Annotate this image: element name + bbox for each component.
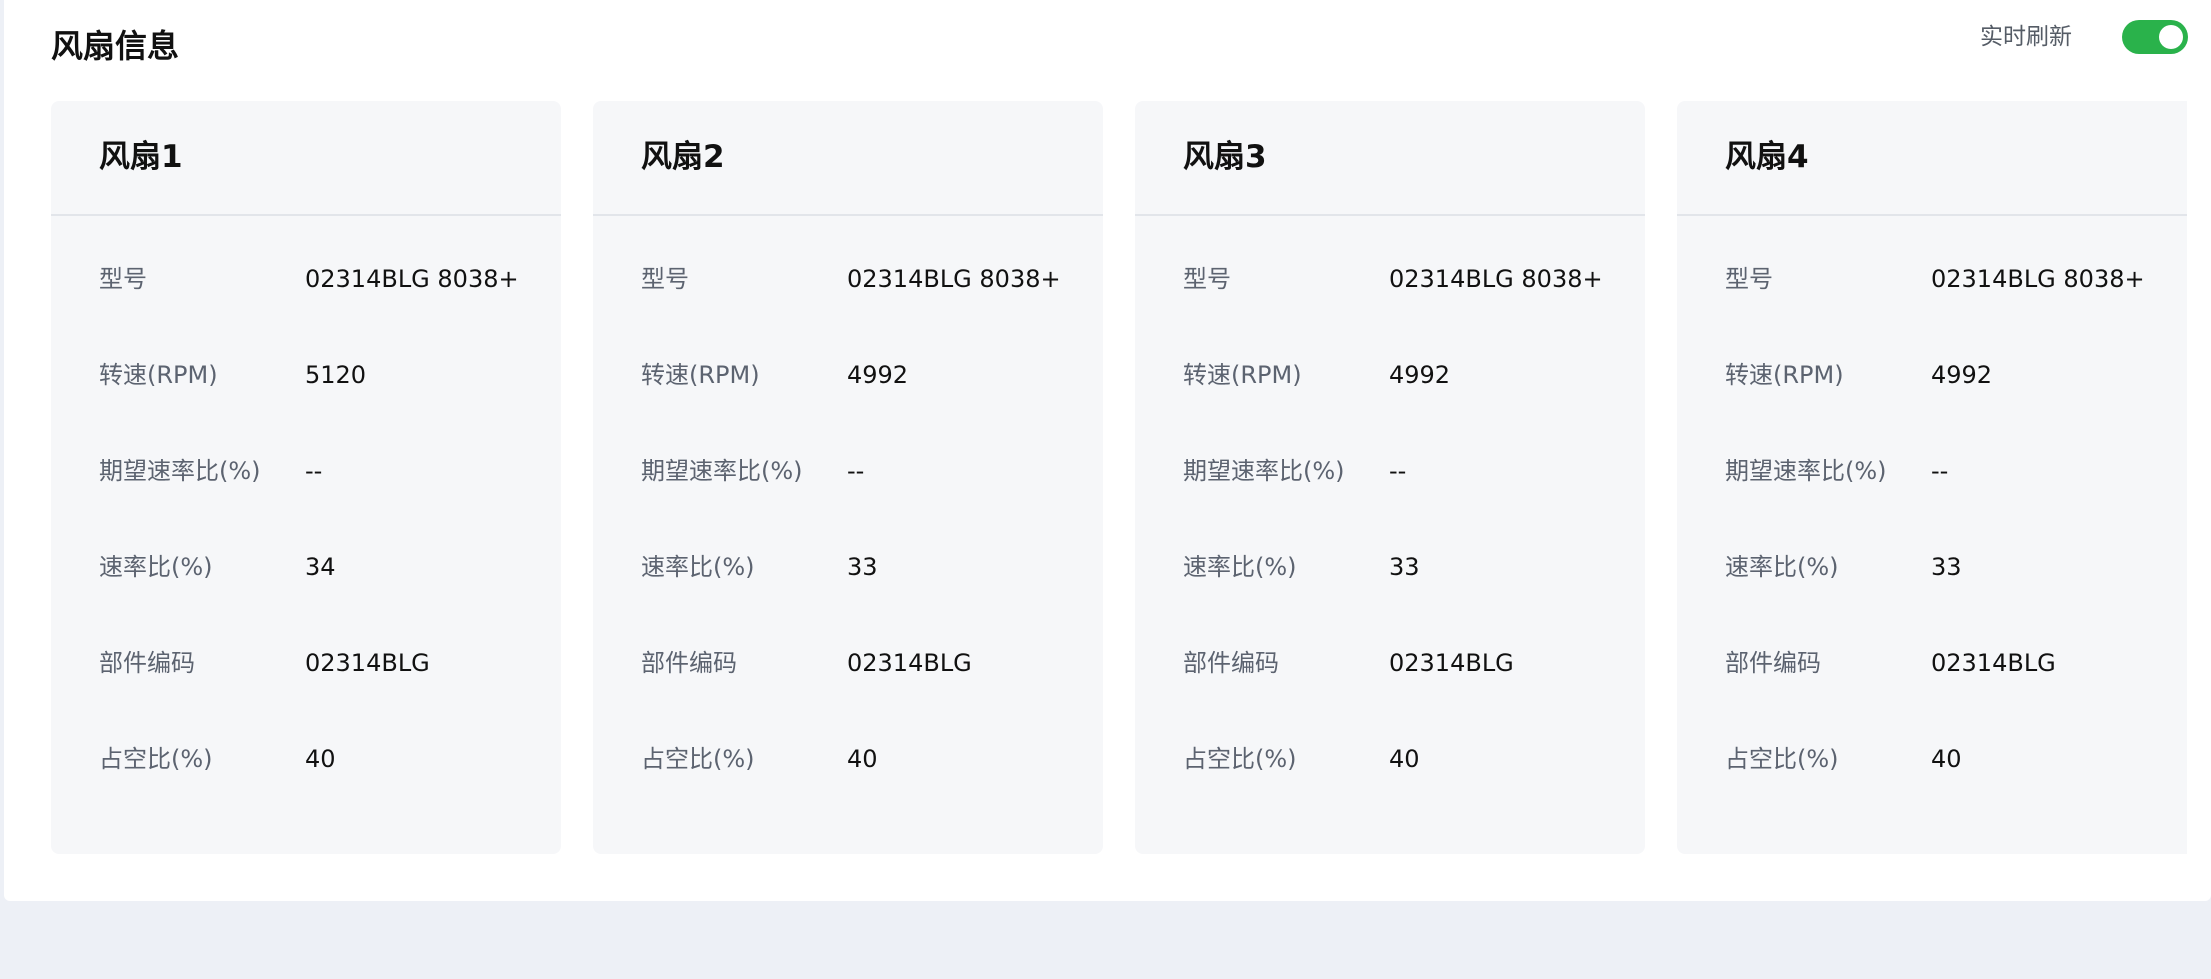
toggle-knob [2159, 25, 2183, 49]
field-label: 转速(RPM) [641, 361, 760, 389]
field-label: 占空比(%) [641, 745, 755, 773]
field-value: 02314BLG 8038+ [1389, 265, 1603, 293]
fan-card-header: 风扇3 [1135, 101, 1645, 216]
field-label: 部件编码 [99, 649, 195, 677]
field-label: 部件编码 [1183, 649, 1279, 677]
field-value: -- [1931, 457, 1949, 485]
field-label: 部件编码 [641, 649, 737, 677]
fan-card-title: 风扇3 [1183, 139, 1267, 175]
field-value: 02314BLG [847, 649, 972, 677]
field-label: 转速(RPM) [99, 361, 218, 389]
field-value: 02314BLG 8038+ [1931, 265, 2145, 293]
fan-card-header: 风扇1 [51, 101, 561, 216]
field-value: -- [1389, 457, 1407, 485]
field-label: 速率比(%) [99, 553, 213, 581]
fan-card-title: 风扇2 [641, 139, 725, 175]
fan-card-header: 风扇2 [593, 101, 1103, 216]
field-label: 速率比(%) [1725, 553, 1839, 581]
field-label: 转速(RPM) [1183, 361, 1302, 389]
field-label: 占空比(%) [1183, 745, 1297, 773]
field-label: 期望速率比(%) [1183, 457, 1345, 485]
field-value: -- [847, 457, 865, 485]
field-value: 33 [1389, 553, 1420, 581]
realtime-refresh-label: 实时刷新 [1980, 24, 2072, 50]
fan-card-3: 风扇3 型号 02314BLG 8038+ 转速(RPM) 4992 期望速率比… [1135, 101, 1645, 854]
fan-card-title: 风扇4 [1725, 139, 1809, 175]
field-value: 40 [1389, 745, 1420, 773]
field-value: 4992 [847, 361, 909, 389]
field-value: 4992 [1931, 361, 1993, 389]
fan-card-title: 风扇1 [99, 139, 183, 175]
field-label: 转速(RPM) [1725, 361, 1844, 389]
field-label: 期望速率比(%) [1725, 457, 1887, 485]
field-label: 部件编码 [1725, 649, 1821, 677]
field-label: 期望速率比(%) [641, 457, 803, 485]
field-value: 02314BLG [1931, 649, 2056, 677]
field-value: 33 [1931, 553, 1962, 581]
field-value: 02314BLG 8038+ [847, 265, 1061, 293]
field-value: 40 [1931, 745, 1962, 773]
field-label: 型号 [641, 265, 689, 293]
field-value: 40 [305, 745, 336, 773]
fan-card-1: 风扇1 型号 02314BLG 8038+ 转速(RPM) 5120 期望速率比… [51, 101, 561, 854]
fan-card-header: 风扇4 [1677, 101, 2187, 216]
field-value: 02314BLG 8038+ [305, 265, 519, 293]
field-value: 33 [847, 553, 878, 581]
field-label: 型号 [1183, 265, 1231, 293]
field-value: 02314BLG [1389, 649, 1514, 677]
field-label: 速率比(%) [641, 553, 755, 581]
fan-card-4: 风扇4 型号 02314BLG 8038+ 转速(RPM) 4992 期望速率比… [1677, 101, 2187, 854]
field-label: 型号 [99, 265, 147, 293]
field-value: 5120 [305, 361, 367, 389]
field-value: 4992 [1389, 361, 1451, 389]
field-label: 占空比(%) [99, 745, 213, 773]
field-label: 期望速率比(%) [99, 457, 261, 485]
realtime-refresh-toggle[interactable] [2122, 20, 2188, 54]
fan-info-panel: 风扇信息 实时刷新 风扇1 型号 02314BLG 8038+ 转速(RPM) … [4, 0, 2211, 901]
field-value: 40 [847, 745, 878, 773]
page-title: 风扇信息 [51, 27, 180, 65]
fan-card-2: 风扇2 型号 02314BLG 8038+ 转速(RPM) 4992 期望速率比… [593, 101, 1103, 854]
field-label: 占空比(%) [1725, 745, 1839, 773]
field-label: 速率比(%) [1183, 553, 1297, 581]
field-value: 02314BLG [305, 649, 430, 677]
field-value: 34 [305, 553, 336, 581]
field-value: -- [305, 457, 323, 485]
field-label: 型号 [1725, 265, 1773, 293]
